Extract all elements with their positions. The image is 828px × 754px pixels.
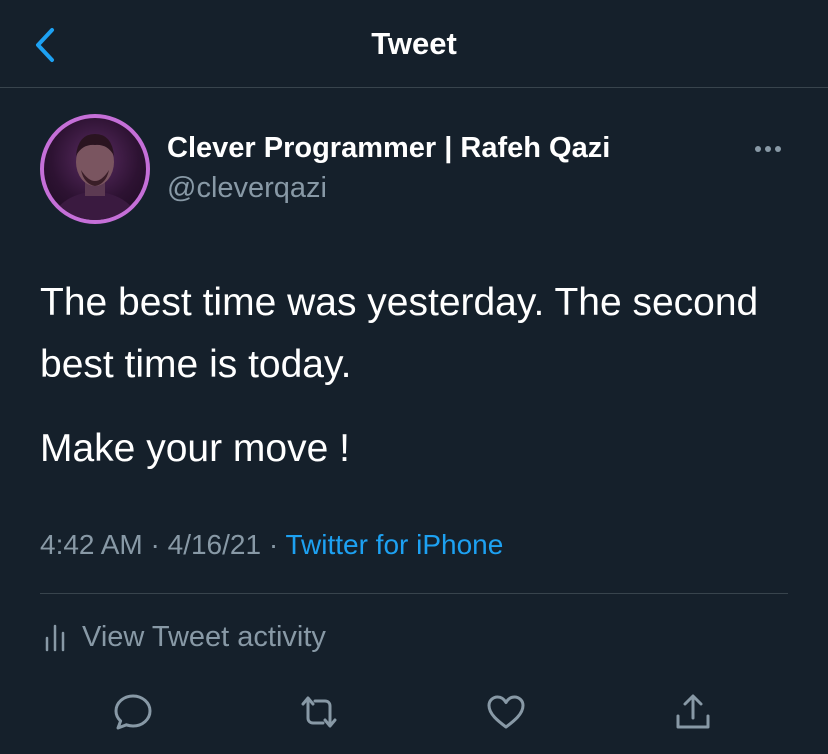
avatar[interactable] — [40, 114, 150, 224]
tweet-metadata: 4:42 AM · 4/16/21 · Twitter for iPhone — [40, 527, 503, 563]
page-title: Tweet — [371, 26, 457, 61]
tweet-text-paragraph-2: Make your move ! — [40, 427, 350, 470]
top-navigation-bar: Tweet — [0, 0, 828, 88]
tweet-source-link[interactable]: Twitter for iPhone — [285, 529, 503, 560]
more-horizontal-icon — [755, 146, 781, 152]
divider — [40, 593, 788, 594]
bar-chart-icon — [45, 624, 65, 652]
author-name[interactable]: Clever Programmer | Rafeh Qazi — [167, 130, 610, 166]
retweet-icon — [301, 696, 337, 728]
tweet-text: The best time was yesterday. The second … — [40, 272, 800, 480]
author-handle[interactable]: @cleverqazi — [167, 170, 327, 206]
like-button[interactable] — [484, 690, 528, 734]
more-options-button[interactable] — [750, 136, 790, 162]
meta-separator: · — [150, 529, 160, 560]
tweet-time: 4:42 AM — [40, 529, 143, 560]
reply-button[interactable] — [111, 690, 155, 734]
retweet-button[interactable] — [297, 690, 341, 734]
heart-icon — [487, 695, 525, 729]
share-button[interactable] — [671, 690, 715, 734]
tweet-date: 4/16/21 — [167, 529, 262, 560]
avatar-image — [51, 134, 139, 220]
view-tweet-activity-label: View Tweet activity — [82, 621, 326, 653]
share-icon — [676, 694, 710, 729]
reply-icon — [114, 694, 152, 730]
tweet-text-paragraph-1: The best time was yesterday. The second … — [40, 281, 759, 386]
meta-separator: · — [268, 529, 279, 560]
view-tweet-activity-button[interactable]: View Tweet activity — [44, 617, 326, 657]
